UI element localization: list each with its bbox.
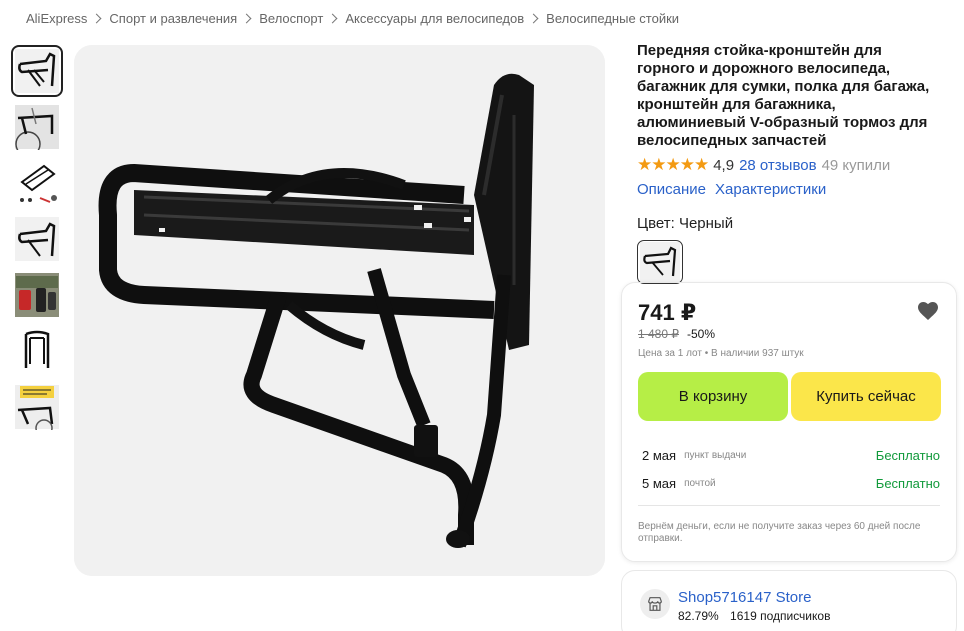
delivery-option-post: 5 мая почтой Бесплатно	[642, 473, 940, 493]
chevron-right-icon	[528, 13, 539, 23]
thumbnail-2[interactable]	[11, 101, 63, 153]
add-to-cart-button[interactable]: В корзину	[638, 372, 788, 421]
thumbnail-7[interactable]	[11, 381, 63, 433]
thumbnail-6[interactable]	[11, 325, 63, 377]
store-card: Shop5716147 Store 82.79% 1619 подписчико…	[621, 570, 957, 631]
breadcrumb-aliexpress[interactable]: AliExpress	[26, 11, 87, 26]
rating-row: ★★★★★ 4,9 28 отзывов 49 купили	[637, 155, 942, 175]
delivery-method: почтой	[684, 477, 716, 489]
breadcrumb-bike-racks[interactable]: Велосипедные стойки	[546, 11, 679, 26]
breadcrumb-cycling[interactable]: Велоспорт	[259, 11, 323, 26]
thumbnail-list	[11, 45, 66, 437]
store-subscribers: 1619 подписчиков	[730, 609, 831, 623]
store-icon[interactable]	[640, 589, 670, 619]
chevron-right-icon	[241, 13, 252, 23]
rack-on-bike-icon	[15, 105, 59, 150]
thumbnail-4[interactable]	[11, 213, 63, 265]
color-option-black[interactable]	[637, 240, 683, 284]
heart-icon[interactable]	[916, 299, 940, 323]
breadcrumb-bike-accessories[interactable]: Аксессуары для велосипедов	[345, 11, 524, 26]
buy-now-button[interactable]: Купить сейчас	[791, 372, 941, 421]
chevron-right-icon	[91, 13, 102, 23]
delivery-cost: Бесплатно	[875, 447, 940, 463]
product-title: Передняя стойка-кронштейн для горного и …	[637, 42, 930, 149]
thumbnail-3[interactable]	[11, 157, 63, 209]
rating-value: 4,9	[713, 156, 735, 174]
store-stats: 82.79% 1619 подписчиков	[678, 609, 838, 623]
breadcrumb: AliExpress Спорт и развлечения Велоспорт…	[26, 9, 679, 27]
divider	[638, 505, 940, 506]
color-label: Цвет: Черный	[637, 215, 734, 232]
old-price: 1 480 ₽	[638, 327, 679, 341]
delivery-date: 5 мая	[642, 475, 677, 491]
rack-black-icon	[640, 242, 680, 282]
rack-front-view-icon	[15, 329, 59, 373]
rack-parts-icon	[15, 161, 59, 205]
rack-black-icon	[15, 49, 59, 93]
delivery-option-pickup: 2 мая пункт выдачи Бесплатно	[642, 445, 940, 465]
thumbnail-1[interactable]	[11, 45, 63, 97]
rack-promo-icon	[15, 385, 59, 430]
tab-specifications[interactable]: Характеристики	[715, 181, 826, 198]
product-tabs: Описание Характеристики	[637, 179, 942, 199]
refund-guarantee: Вернём деньги, если не получите заказ че…	[638, 521, 921, 544]
old-price-row: 1 480 ₽ -50%	[638, 327, 715, 341]
current-price: 741 ₽	[638, 300, 697, 325]
sold-count: 49 купили	[821, 156, 891, 174]
store-rating: 82.79%	[678, 609, 719, 623]
chevron-right-icon	[327, 13, 338, 23]
delivery-cost: Бесплатно	[875, 475, 940, 491]
product-info: Передняя стойка-кронштейн для горного и …	[637, 42, 942, 284]
thumbnail-5[interactable]	[11, 269, 63, 321]
reviews-link[interactable]: 28 отзывов	[739, 157, 817, 174]
delivery-date: 2 мая	[642, 447, 677, 463]
tab-description[interactable]: Описание	[637, 181, 706, 198]
delivery-method: пункт выдачи	[684, 449, 747, 461]
stock-info: Цена за 1 лот • В наличии 937 штук	[638, 348, 804, 359]
purchase-card: 741 ₽ 1 480 ₽ -50% Цена за 1 лот • В нал…	[621, 282, 957, 562]
rack-black-icon	[15, 217, 59, 261]
store-name-link[interactable]: Shop5716147 Store	[678, 589, 811, 606]
discount-badge: -50%	[687, 327, 716, 341]
star-rating-icon: ★★★★★	[637, 155, 709, 174]
rack-with-bags-icon	[15, 273, 59, 317]
breadcrumb-sport[interactable]: Спорт и развлечения	[109, 11, 237, 26]
main-product-image[interactable]	[74, 45, 605, 576]
bike-front-rack-image	[74, 45, 605, 576]
